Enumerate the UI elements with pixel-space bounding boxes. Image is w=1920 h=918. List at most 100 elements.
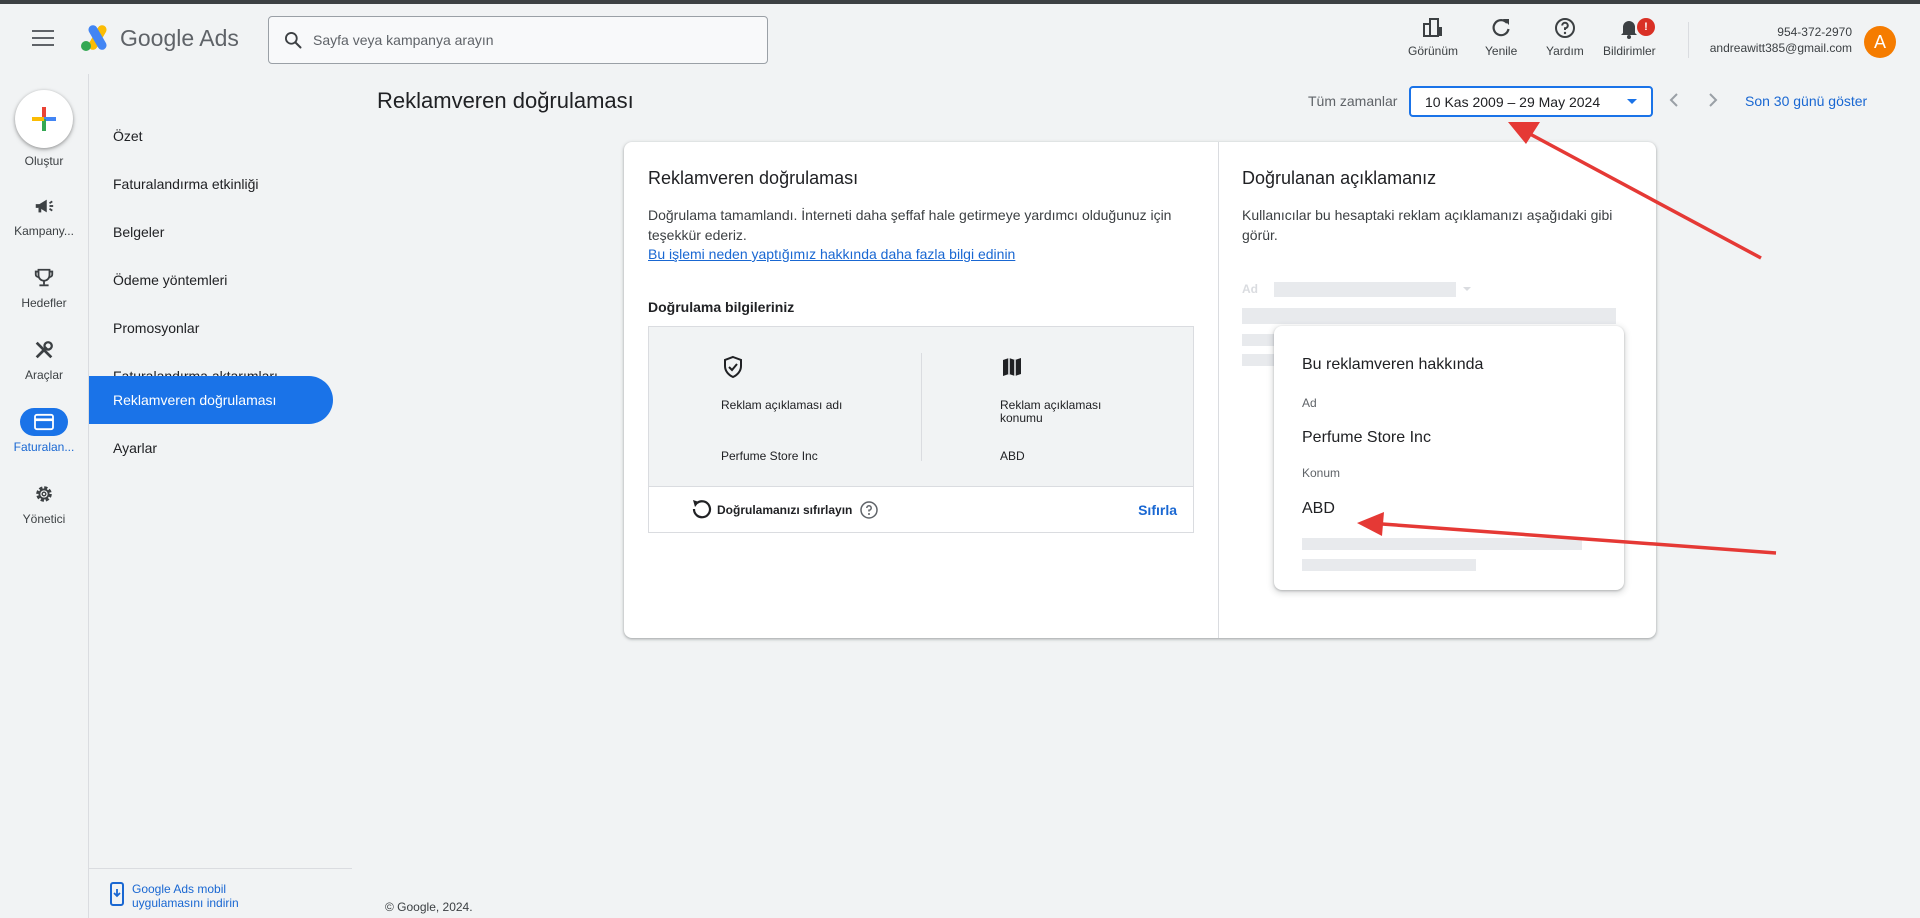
billing-subnav: Özet Faturalandırma etkinliği Belgeler Ö… bbox=[89, 74, 352, 918]
subnav-item-settings[interactable]: Ayarlar bbox=[89, 424, 333, 472]
next-period-button[interactable] bbox=[1701, 88, 1725, 112]
plus-icon bbox=[32, 107, 56, 131]
top-header: Google Ads Görünüm Yenile bbox=[0, 4, 1920, 74]
credit-card-icon bbox=[34, 413, 54, 431]
refresh-label: Yenile bbox=[1485, 44, 1518, 58]
placeholder-bar bbox=[1242, 308, 1616, 324]
subnav-footer-divider bbox=[89, 868, 352, 869]
rail-item-admin[interactable]: Yönetici bbox=[0, 480, 88, 526]
verification-info-box: Reklam açıklaması adı Perfume Store Inc … bbox=[648, 326, 1194, 533]
subnav-item-promotions[interactable]: Promosyonlar bbox=[89, 304, 333, 352]
learn-more-link[interactable]: Bu işlemi neden yaptığımız hakkında daha… bbox=[648, 246, 1015, 262]
search-icon bbox=[285, 32, 302, 49]
ad-disclosure-name-label: Reklam açıklaması adı bbox=[721, 398, 843, 412]
placeholder-ad-label: Ad bbox=[1242, 282, 1258, 296]
notification-badge: ! bbox=[1637, 18, 1655, 36]
rail-item-tools[interactable]: Araçlar bbox=[0, 336, 88, 382]
verification-card: Reklamveren doğrulaması Doğrulama tamaml… bbox=[624, 142, 1656, 638]
rail-label: Kampany... bbox=[14, 224, 74, 238]
google-ads-logo-icon bbox=[81, 25, 107, 51]
mobile-app-link-text: Google Ads mobil uygulamasını indirin bbox=[132, 882, 239, 910]
reset-button[interactable]: Sıfırla bbox=[1138, 502, 1177, 518]
account-id: 954-372-2970 bbox=[1777, 25, 1852, 39]
left-rail: Oluştur Kampany... Hedefler Araçlar Fatu… bbox=[0, 74, 88, 918]
page-title: Reklamveren doğrulaması bbox=[377, 88, 634, 113]
verification-info-details: Reklam açıklaması adı Perfume Store Inc … bbox=[649, 327, 1193, 487]
placeholder-bar bbox=[1274, 282, 1456, 297]
about-location-value: ABD bbox=[1302, 500, 1335, 517]
help-button[interactable]: Yardım bbox=[1546, 14, 1584, 58]
show-last-30-days-link[interactable]: Son 30 günü göster bbox=[1745, 93, 1867, 109]
chevron-left-icon bbox=[1669, 93, 1678, 107]
view-label: Görünüm bbox=[1408, 44, 1459, 58]
search-box[interactable] bbox=[268, 16, 768, 64]
rail-item-goals[interactable]: Hedefler bbox=[0, 264, 88, 310]
notifications-label: Bildirimler bbox=[1603, 44, 1656, 58]
rail-item-billing[interactable]: Faturalan... bbox=[0, 408, 88, 454]
trophy-icon bbox=[34, 268, 54, 287]
reset-verification-text: Doğrulamanızı sıfırlayın bbox=[717, 503, 853, 517]
avatar[interactable]: A bbox=[1864, 26, 1896, 58]
placeholder-caret-icon bbox=[1463, 287, 1471, 291]
rail-label: Yönetici bbox=[22, 512, 66, 526]
help-circle-icon[interactable] bbox=[859, 500, 879, 520]
view-button[interactable]: Görünüm bbox=[1408, 14, 1458, 58]
map-icon bbox=[1003, 358, 1021, 376]
ad-disclosure-location-label: Reklam açıklaması konumu bbox=[1000, 398, 1102, 425]
subnav-item-billing-activity[interactable]: Faturalandırma etkinliği bbox=[89, 160, 333, 208]
help-icon bbox=[1554, 18, 1575, 38]
about-advertiser-card: Bu reklamveren hakkında Ad Perfume Store… bbox=[1274, 326, 1624, 590]
refresh-button[interactable]: Yenile bbox=[1485, 14, 1517, 58]
about-location-label: Konum bbox=[1302, 466, 1341, 480]
main-menu-button[interactable] bbox=[32, 30, 54, 48]
create-button[interactable] bbox=[15, 90, 73, 148]
placeholder-bar bbox=[1302, 538, 1582, 550]
ad-disclosure-location-value: ABD bbox=[1000, 449, 1025, 463]
create-label: Oluştur bbox=[24, 154, 64, 168]
verified-shield-icon bbox=[724, 355, 742, 379]
gear-icon bbox=[36, 486, 52, 502]
account-info[interactable]: 954-372-2970 andreawitt385@gmail.com bbox=[1710, 24, 1852, 56]
verified-disclosure-title: Doğrulanan açıklamanız bbox=[1242, 168, 1437, 188]
chevron-right-icon bbox=[1709, 93, 1718, 107]
subnav-item-documents[interactable]: Belgeler bbox=[89, 208, 333, 256]
annotation-arrowhead bbox=[1508, 122, 1540, 144]
rail-label: Faturalan... bbox=[13, 440, 75, 454]
reset-icon bbox=[692, 500, 712, 519]
rail-item-campaigns[interactable]: Kampany... bbox=[0, 192, 88, 238]
placeholder-bar bbox=[1302, 559, 1476, 571]
about-advertiser-title: Bu reklamveren hakkında bbox=[1302, 356, 1484, 373]
search-input[interactable] bbox=[313, 32, 733, 48]
copyright: © Google, 2024. bbox=[385, 900, 473, 914]
rail-label: Hedefler bbox=[21, 296, 67, 310]
subnav-item-advertiser-verification[interactable]: Reklamveren doğrulaması bbox=[89, 376, 333, 424]
about-name-value: Perfume Store Inc bbox=[1302, 429, 1431, 446]
reset-verification-row: Doğrulamanızı sıfırlayın Sıfırla bbox=[649, 488, 1193, 532]
tools-icon bbox=[35, 341, 53, 359]
date-range-label: Tüm zamanlar bbox=[1308, 93, 1398, 109]
header-divider bbox=[1688, 22, 1689, 58]
date-range-value: 10 Kas 2009 – 29 May 2024 bbox=[1425, 93, 1601, 110]
account-email: andreawitt385@gmail.com bbox=[1709, 41, 1852, 55]
caret-down-icon bbox=[1627, 99, 1637, 104]
about-name-label: Ad bbox=[1302, 396, 1317, 410]
logo-text: Google Ads bbox=[120, 24, 239, 51]
verification-info-title: Doğrulama bilgileriniz bbox=[648, 299, 795, 315]
card-column-divider bbox=[1218, 142, 1219, 638]
subnav-item-summary[interactable]: Özet bbox=[89, 112, 333, 160]
verified-disclosure-description: Kullanıcılar bu hesaptaki reklam açıklam… bbox=[1242, 207, 1613, 243]
help-label: Yardım bbox=[1546, 44, 1584, 58]
verification-title: Reklamveren doğrulaması bbox=[648, 168, 859, 188]
notifications-button[interactable]: ! Bildirimler bbox=[1603, 14, 1656, 58]
info-column-divider bbox=[921, 353, 922, 461]
subnav-item-payment-methods[interactable]: Ödeme yöntemleri bbox=[89, 256, 333, 304]
google-ads-logo[interactable]: Google Ads bbox=[80, 24, 239, 52]
mobile-app-link[interactable]: Google Ads mobil uygulamasını indirin bbox=[110, 882, 292, 910]
phone-icon bbox=[110, 882, 124, 906]
refresh-icon bbox=[1492, 19, 1510, 37]
previous-period-button[interactable] bbox=[1662, 88, 1686, 112]
view-icon bbox=[1423, 18, 1443, 37]
verification-description: Doğrulama tamamlandı. İnterneti daha şef… bbox=[648, 207, 1172, 243]
rail-label: Araçlar bbox=[24, 368, 63, 382]
date-range-selector[interactable]: 10 Kas 2009 – 29 May 2024 bbox=[1409, 86, 1653, 117]
